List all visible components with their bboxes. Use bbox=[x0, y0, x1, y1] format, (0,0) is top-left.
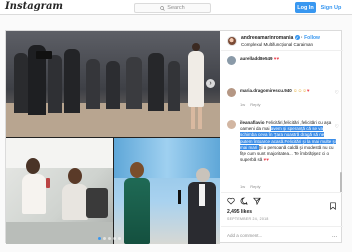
comment-item: ileanaflavio Felicitări,felicitări ,feli… bbox=[227, 120, 339, 192]
carousel-dot bbox=[108, 237, 111, 240]
comment-meta: 1w Reply bbox=[240, 102, 260, 107]
interview-photo bbox=[6, 138, 113, 244]
carousel-dot bbox=[103, 237, 106, 240]
top-navigation-bar: Instagram Search Log In Sign Up bbox=[0, 0, 352, 15]
comments-list[interactable]: aurelladd8e549 ♥♥ maria.dragomirescu.940… bbox=[221, 52, 343, 192]
commenter-avatar[interactable] bbox=[227, 120, 236, 129]
comment-meta: 1w Reply bbox=[240, 184, 260, 189]
like-comment-heart-icon[interactable]: ♡ bbox=[335, 90, 339, 96]
press-photo: › bbox=[6, 31, 220, 137]
post-card: › andreeamarinromania ✓ · Follow Complex… bbox=[5, 30, 343, 244]
more-icon[interactable]: ··· bbox=[332, 234, 337, 240]
save-button[interactable] bbox=[329, 197, 337, 215]
search-input[interactable]: Search bbox=[134, 3, 211, 13]
comment-text: maria.dragomirescu.940 ☺☺☺♥ bbox=[240, 88, 336, 94]
emoji-icons: ☺☺☺ bbox=[293, 88, 307, 93]
commenter-username[interactable]: aurelladd8e549 bbox=[240, 56, 273, 61]
gala-photo bbox=[114, 138, 220, 244]
instagram-logo[interactable]: Instagram bbox=[5, 1, 63, 12]
comment-text: ileanaflavio Felicitări,felicitări ,feli… bbox=[240, 120, 336, 163]
carousel-next-icon[interactable]: › bbox=[206, 79, 215, 88]
sign-up-link[interactable]: Sign Up bbox=[319, 2, 343, 13]
comment-age: 1w bbox=[240, 184, 246, 189]
search-placeholder: Search bbox=[167, 5, 185, 11]
post-header: andreeamarinromania ✓ · Follow Complexul… bbox=[221, 31, 343, 51]
comment-text: aurelladd8e549 ♥♥ bbox=[240, 56, 336, 62]
post-photo[interactable]: › bbox=[6, 31, 220, 244]
location-link[interactable]: Complexul Multifuncțional Caraiman bbox=[241, 42, 313, 47]
user-avatar[interactable] bbox=[227, 36, 237, 46]
commenter-avatar[interactable] bbox=[227, 56, 236, 65]
comment-age: 1w bbox=[240, 102, 246, 107]
log-in-button[interactable]: Log In bbox=[295, 2, 316, 13]
add-comment-bar: Add a comment... ··· bbox=[221, 226, 343, 245]
comment-icon[interactable] bbox=[240, 197, 248, 205]
add-comment-input[interactable]: Add a comment... bbox=[227, 233, 262, 238]
action-icons bbox=[227, 197, 261, 205]
heart-icon[interactable] bbox=[227, 197, 235, 205]
emoji-heart-icon: ♥♥ bbox=[273, 56, 280, 61]
emoji-heart-icon: ♥ bbox=[306, 88, 310, 93]
emoji-heart-icon: ♥♥ bbox=[263, 157, 269, 163]
commenter-username[interactable]: maria.dragomirescu.940 bbox=[240, 88, 292, 93]
reply-button[interactable]: Reply bbox=[250, 102, 260, 107]
like-comment-heart-icon[interactable]: ♡ bbox=[335, 124, 339, 130]
search-icon bbox=[160, 5, 166, 11]
reply-button[interactable]: Reply bbox=[250, 184, 260, 189]
comment-item: aurelladd8e549 ♥♥ bbox=[227, 56, 339, 70]
carousel-dot bbox=[98, 237, 101, 240]
separator-dot: · bbox=[301, 35, 303, 41]
username-row: andreeamarinromania ✓ · Follow bbox=[241, 35, 320, 41]
share-icon[interactable] bbox=[253, 197, 261, 205]
carousel-indicator bbox=[98, 237, 121, 240]
verified-badge-icon: ✓ bbox=[294, 35, 300, 41]
bookmark-icon bbox=[330, 202, 336, 210]
username-link[interactable]: andreeamarinromania bbox=[241, 35, 293, 41]
post-sidebar: andreeamarinromania ✓ · Follow Complexul… bbox=[221, 31, 343, 244]
post-date: SEPTEMBER 24, 2018 bbox=[227, 217, 269, 221]
comment-item: maria.dragomirescu.940 ☺☺☺♥ 1w Reply ♡ bbox=[227, 88, 339, 118]
commenter-avatar[interactable] bbox=[227, 88, 236, 97]
carousel-dot bbox=[118, 237, 121, 240]
post-actions: 2,495 likes SEPTEMBER 24, 2018 Add a com… bbox=[221, 192, 343, 244]
comments-scrollbar[interactable] bbox=[340, 172, 342, 192]
carousel-dot bbox=[113, 237, 116, 240]
commenter-username[interactable]: ileanaflavio bbox=[240, 120, 265, 125]
follow-button[interactable]: Follow bbox=[304, 35, 320, 41]
likes-count[interactable]: 2,495 likes bbox=[227, 209, 252, 215]
